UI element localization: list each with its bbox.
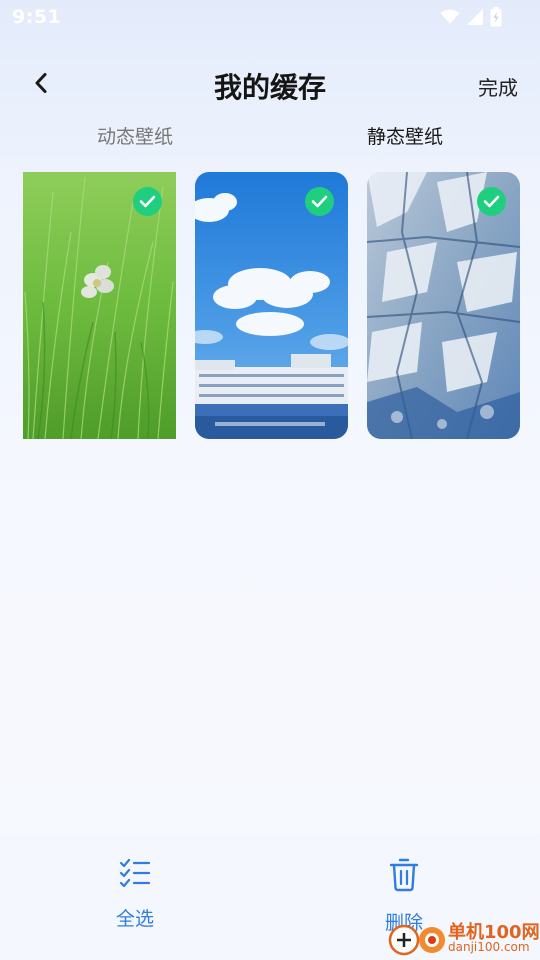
page-title: 我的缓存 — [213, 71, 326, 104]
select-all-button[interactable]: 全选 — [75, 858, 195, 931]
status-time: 9:51 — [12, 6, 62, 28]
tab-bar: 动态壁纸 静态壁纸 — [0, 122, 540, 156]
status-icons — [440, 7, 502, 27]
tab-static-wallpaper[interactable]: 静态壁纸 — [305, 122, 505, 149]
wallpaper-item-grass[interactable] — [23, 172, 176, 439]
wallpaper-item-glacier[interactable] — [367, 172, 520, 439]
trash-icon — [389, 858, 419, 896]
selected-check-icon[interactable] — [305, 187, 334, 216]
bottom-action-bar: 全选 删除 单机100网 danji100.com — [0, 834, 540, 960]
tab-dynamic-wallpaper[interactable]: 动态壁纸 — [35, 122, 235, 149]
selected-check-icon[interactable] — [133, 187, 162, 216]
battery-charging-icon — [490, 7, 502, 27]
header: 我的缓存 完成 — [0, 60, 540, 110]
watermark: 单机100网 danji100.com — [382, 914, 540, 960]
wallpaper-grid — [23, 172, 520, 440]
watermark-domain: danji100.com — [448, 940, 530, 954]
selected-check-icon[interactable] — [477, 187, 506, 216]
watermark-logo-icon — [386, 920, 446, 960]
status-bar: 9:51 — [0, 0, 540, 36]
signal-icon — [466, 8, 484, 26]
done-button[interactable]: 完成 — [478, 72, 518, 101]
checklist-icon — [119, 858, 151, 892]
wallpaper-item-sky-building[interactable] — [195, 172, 348, 439]
wifi-icon — [440, 9, 460, 25]
select-all-label: 全选 — [115, 908, 154, 930]
